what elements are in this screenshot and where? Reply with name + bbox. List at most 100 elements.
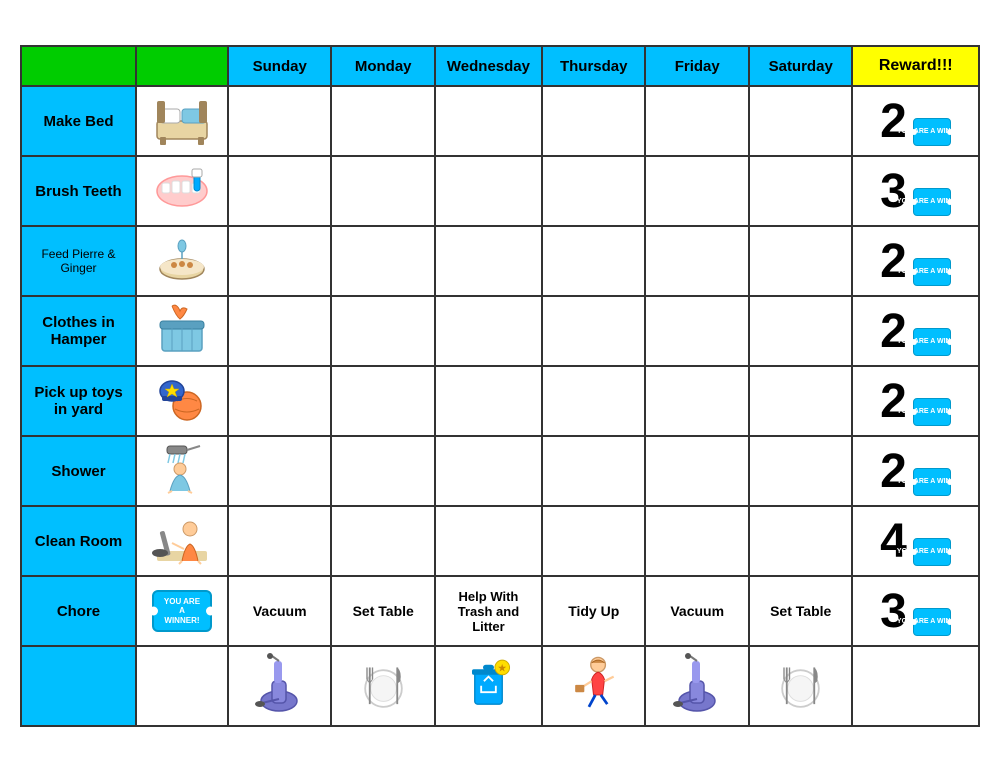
chore-name-make-bed: Make Bed [21, 86, 136, 156]
clean-room-icon [152, 511, 212, 566]
saturday-hamper[interactable] [749, 296, 852, 366]
monday-hamper[interactable] [331, 296, 434, 366]
trash-icon: ★ [461, 651, 516, 716]
sunday-clean-room[interactable] [228, 506, 331, 576]
monday-feed[interactable] [331, 226, 434, 296]
last-icon-vacuum2 [645, 646, 748, 726]
icon-make-bed [136, 86, 228, 156]
ticket-brush-teeth: YOU ARE A WINNER! [913, 188, 951, 216]
hamper-icon [152, 301, 212, 356]
row-make-bed: Make Bed 2 YOU [21, 86, 979, 156]
header-saturday: Saturday [749, 46, 852, 86]
thursday-brush-teeth[interactable] [542, 156, 645, 226]
wednesday-hamper[interactable] [435, 296, 542, 366]
reward-number-clean-room: 4 [880, 515, 907, 568]
reward-chore: 3 YOU ARE A WINNER! [852, 576, 979, 646]
friday-brush-teeth[interactable] [645, 156, 748, 226]
thursday-feed[interactable] [542, 226, 645, 296]
sunday-shower[interactable] [228, 436, 331, 506]
friday-feed[interactable] [645, 226, 748, 296]
toys-icon [152, 371, 212, 426]
thursday-clean-room[interactable] [542, 506, 645, 576]
chore-name-clean-room: Clean Room [21, 506, 136, 576]
sunday-feed[interactable] [228, 226, 331, 296]
chore-name-brush-teeth: Brush Teeth [21, 156, 136, 226]
saturday-clean-room[interactable] [749, 506, 852, 576]
sunday-brush-teeth[interactable] [228, 156, 331, 226]
last-icon-trash: ★ [435, 646, 542, 726]
header-thursday: Thursday [542, 46, 645, 86]
friday-make-bed[interactable] [645, 86, 748, 156]
icon-feed [136, 226, 228, 296]
friday-clean-room[interactable] [645, 506, 748, 576]
reward-number-toys: 2 [880, 375, 907, 428]
plate2-icon [773, 651, 828, 716]
row-shower: Shower 2 YOU [21, 436, 979, 506]
reward-number-shower: 2 [880, 445, 907, 498]
reward-feed: 2 YOU ARE A WINNER! [852, 226, 979, 296]
friday-toys[interactable] [645, 366, 748, 436]
wednesday-clean-room[interactable] [435, 506, 542, 576]
chore-name-chore: Chore [21, 576, 136, 646]
wednesday-toys[interactable] [435, 366, 542, 436]
monday-toys[interactable] [331, 366, 434, 436]
ticket-hamper: YOU ARE A WINNER! [913, 328, 951, 356]
saturday-make-bed[interactable] [749, 86, 852, 156]
chore-name-shower: Shower [21, 436, 136, 506]
row-icons: ★ [21, 646, 979, 726]
icon-chore-ticket: YOU ARE A WINNER! [136, 576, 228, 646]
thursday-make-bed[interactable] [542, 86, 645, 156]
reward-number-make-bed: 2 [880, 95, 907, 148]
thursday-hamper[interactable] [542, 296, 645, 366]
wednesday-feed[interactable] [435, 226, 542, 296]
wednesday-make-bed[interactable] [435, 86, 542, 156]
friday-shower[interactable] [645, 436, 748, 506]
icon-shower [136, 436, 228, 506]
wednesday-shower[interactable] [435, 436, 542, 506]
reward-number-feed: 2 [880, 235, 907, 288]
icon-toys [136, 366, 228, 436]
friday-chore[interactable]: Vacuum [645, 576, 748, 646]
ticket-chore: YOU ARE A WINNER! [913, 608, 951, 636]
reward-number-brush-teeth: 3 [880, 165, 907, 218]
monday-clean-room[interactable] [331, 506, 434, 576]
thursday-shower[interactable] [542, 436, 645, 506]
header-wednesday: Wednesday [435, 46, 542, 86]
friday-hamper[interactable] [645, 296, 748, 366]
icon-clean-room [136, 506, 228, 576]
monday-brush-teeth[interactable] [331, 156, 434, 226]
sunday-toys[interactable] [228, 366, 331, 436]
reward-shower: 2 YOU ARE A WINNER! [852, 436, 979, 506]
last-row-reward [852, 646, 979, 726]
header-sunday: Sunday [228, 46, 331, 86]
saturday-shower[interactable] [749, 436, 852, 506]
thursday-toys[interactable] [542, 366, 645, 436]
wednesday-chore[interactable]: Help With Trash and Litter [435, 576, 542, 646]
reward-hamper: 2 YOU ARE A WINNER! [852, 296, 979, 366]
feed-icon [152, 231, 212, 286]
chore-name-toys: Pick up toys in yard [21, 366, 136, 436]
header-row: Sunday Monday Wednesday Thursday Friday … [21, 46, 979, 86]
header-chore-label [21, 46, 136, 86]
wednesday-brush-teeth[interactable] [435, 156, 542, 226]
header-monday: Monday [331, 46, 434, 86]
sunday-make-bed[interactable] [228, 86, 331, 156]
saturday-chore[interactable]: Set Table [749, 576, 852, 646]
sunday-hamper[interactable] [228, 296, 331, 366]
last-icon-tidy [542, 646, 645, 726]
row-chore: Chore YOU ARE A WINNER! Vacuum Set Table… [21, 576, 979, 646]
reward-clean-room: 4 YOU ARE A WINNER! [852, 506, 979, 576]
monday-chore[interactable]: Set Table [331, 576, 434, 646]
monday-make-bed[interactable] [331, 86, 434, 156]
monday-shower[interactable] [331, 436, 434, 506]
saturday-brush-teeth[interactable] [749, 156, 852, 226]
ticket-toys: YOU ARE A WINNER! [913, 398, 951, 426]
saturday-toys[interactable] [749, 366, 852, 436]
reward-make-bed: 2 YOU ARE A WINNER! [852, 86, 979, 156]
ticket-clean-room: YOU ARE A WINNER! [913, 538, 951, 566]
row-feed: Feed Pierre & Ginger 2 YOU ARE A WINNER [21, 226, 979, 296]
row-hamper: Clothes in Hamper 2 YOU ARE A WINNER! [21, 296, 979, 366]
sunday-chore[interactable]: Vacuum [228, 576, 331, 646]
saturday-feed[interactable] [749, 226, 852, 296]
thursday-chore[interactable]: Tidy Up [542, 576, 645, 646]
